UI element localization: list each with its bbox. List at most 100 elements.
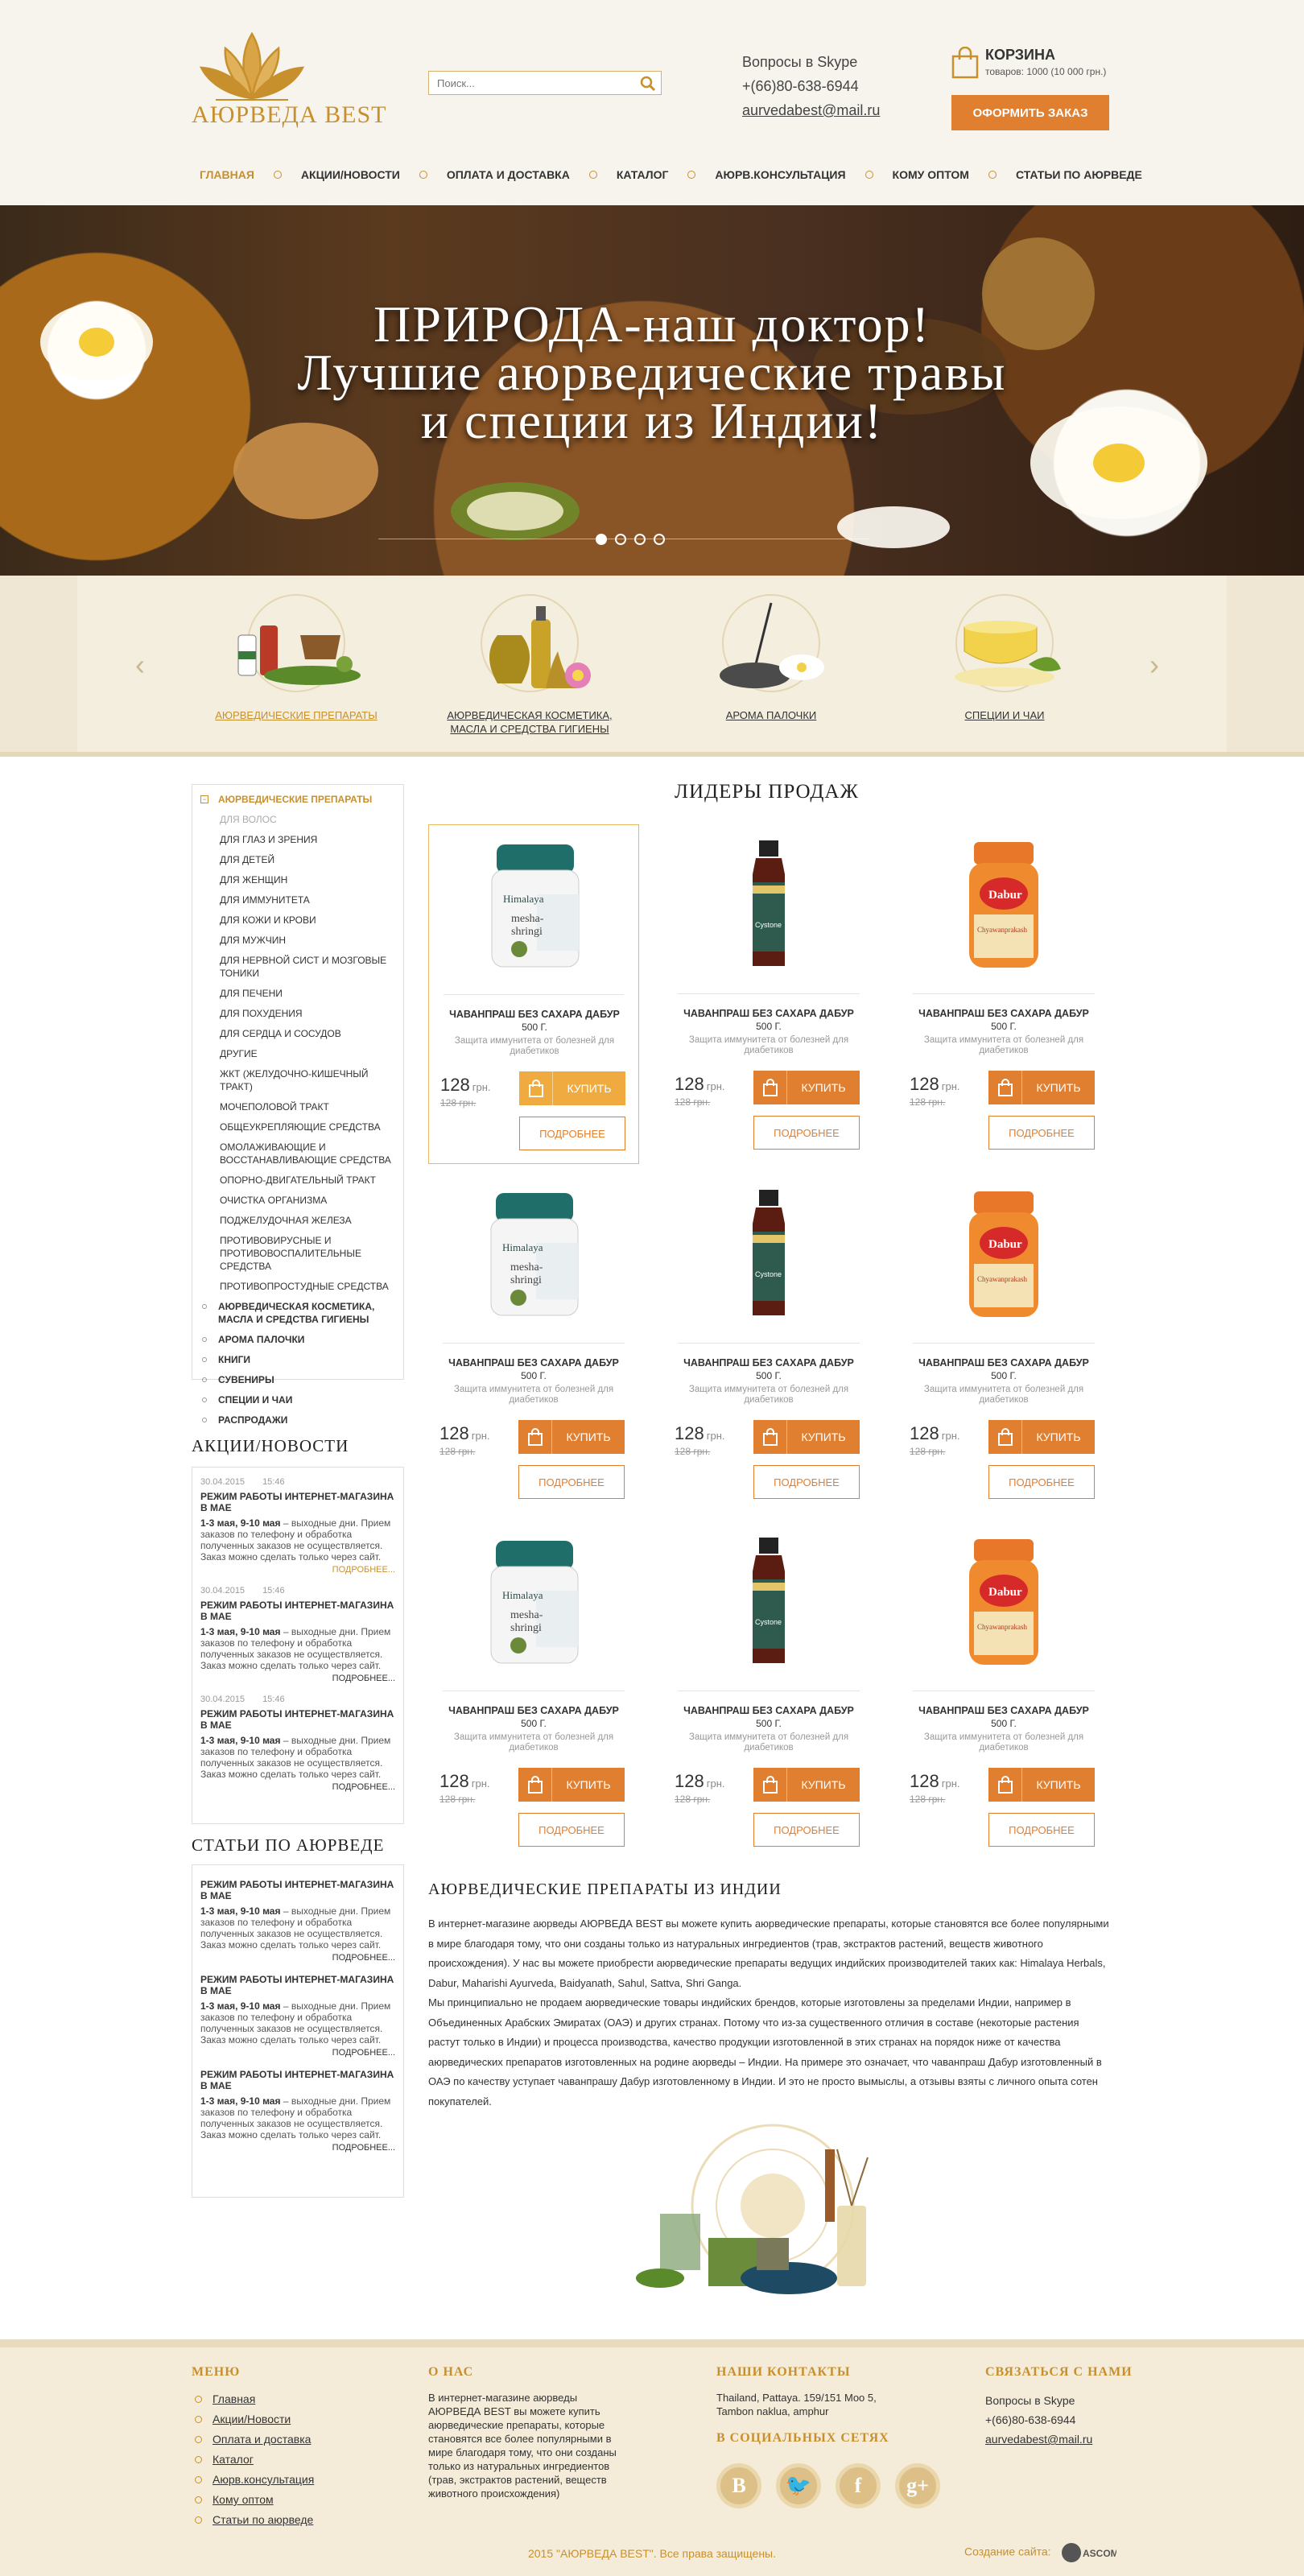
category-aroma-sticks[interactable]: АРОМА ПАЛОЧКИ xyxy=(675,587,868,722)
buy-button[interactable]: КУПИТЬ xyxy=(518,1420,625,1454)
expand-icon[interactable] xyxy=(202,1377,207,1382)
category-cosmetics[interactable]: АЮРВЕДИЧЕСКАЯ КОСМЕТИКА, МАСЛА И СРЕДСТВ… xyxy=(433,587,626,736)
details-button[interactable]: ПОДРОБНЕЕ xyxy=(753,1465,860,1499)
category-menu-open-item[interactable]: − АЮРВЕДИЧЕСКИЕ ПРЕПАРАТЫ xyxy=(192,793,403,806)
read-more-link[interactable]: ПОДРОБНЕЕ... xyxy=(200,1953,395,1963)
twitter-icon[interactable]: 🐦 xyxy=(776,2463,821,2508)
category-spices-teas[interactable]: СПЕЦИИ И ЧАИ xyxy=(908,587,1101,722)
category-ayurvedic-preparations[interactable]: АЮРВЕДИЧЕСКИЕ ПРЕПАРАТЫ xyxy=(200,587,393,722)
category-subitem[interactable]: ДРУГИЕ xyxy=(192,1047,403,1060)
carousel-prev-icon[interactable]: ‹ xyxy=(135,648,145,682)
read-more-link[interactable]: ПОДРОБНЕЕ... xyxy=(200,2048,395,2058)
read-more-link[interactable]: ПОДРОБНЕЕ... xyxy=(200,2143,395,2153)
expand-icon[interactable] xyxy=(202,1337,207,1342)
details-button[interactable]: ПОДРОБНЕЕ xyxy=(753,1813,860,1847)
category-menu-item[interactable]: РАСПРОДАЖИ xyxy=(192,1414,403,1426)
buy-button[interactable]: КУПИТЬ xyxy=(519,1071,625,1105)
product-name[interactable]: ЧАВАНПРАШ БЕЗ САХАРА ДАБУР xyxy=(663,1357,874,1368)
search-icon[interactable] xyxy=(640,76,656,92)
product-name[interactable]: ЧАВАНПРАШ БЕЗ САХАРА ДАБУР xyxy=(898,1705,1109,1716)
product-name[interactable]: ЧАВАНПРАШ БЕЗ САХАРА ДАБУР xyxy=(663,1705,874,1716)
product-card[interactable]: Dabur Chyawanprakash ЧАВАНПРАШ БЕЗ САХАРА … xyxy=(898,1174,1109,1513)
expand-icon[interactable] xyxy=(202,1418,207,1422)
product-name[interactable]: ЧАВАНПРАШ БЕЗ САХАРА ДАБУР xyxy=(428,1705,639,1716)
details-button[interactable]: ПОДРОБНЕЕ xyxy=(519,1117,625,1150)
product-name[interactable]: ЧАВАНПРАШ БЕЗ САХАРА ДАБУР xyxy=(428,1357,639,1368)
category-subitem[interactable]: ОЧИСТКА ОРГАНИЗМА xyxy=(192,1194,403,1207)
category-menu-item[interactable]: АРОМА ПАЛОЧКИ xyxy=(192,1333,403,1346)
details-button[interactable]: ПОДРОБНЕЕ xyxy=(518,1465,625,1499)
footer-menu-item[interactable]: Статьи по аюрведе xyxy=(192,2510,314,2530)
buy-button[interactable]: КУПИТЬ xyxy=(753,1420,860,1454)
nav-item-consultation[interactable]: АЮРВ.КОНСУЛЬТАЦИЯ xyxy=(715,168,845,181)
carousel-next-icon[interactable]: › xyxy=(1149,648,1159,682)
read-more-link[interactable]: ПОДРОБНЕЕ... xyxy=(200,1782,395,1792)
footer-menu-item[interactable]: Аюрв.консультация xyxy=(192,2470,314,2490)
header-email[interactable]: aurvedabest@mail.ru xyxy=(742,98,880,122)
hero-dot[interactable] xyxy=(615,534,626,545)
category-subitem[interactable]: ДЛЯ ГЛАЗ И ЗРЕНИЯ xyxy=(192,833,403,846)
category-menu-item[interactable]: СУВЕНИРЫ xyxy=(192,1373,403,1386)
checkout-button[interactable]: ОФОРМИТЬ ЗАКАЗ xyxy=(951,95,1109,130)
product-card[interactable]: Cystone ЧАВАНПРАШ БЕЗ САХАРА ДАБУР 500 Г. З… xyxy=(663,1174,874,1513)
google-plus-icon[interactable]: g+ xyxy=(895,2463,940,2508)
category-menu-item[interactable]: СПЕЦИИ И ЧАИ xyxy=(192,1393,403,1406)
category-subitem[interactable]: ДЛЯ ЖЕНЩИН xyxy=(192,873,403,886)
footer-menu-item[interactable]: Оплата и доставка xyxy=(192,2429,314,2450)
category-subitem[interactable]: МОЧЕПОЛОВОЙ ТРАКТ xyxy=(192,1100,403,1113)
buy-button[interactable]: КУПИТЬ xyxy=(753,1071,860,1104)
news-headline[interactable]: РЕЖИМ РАБОТЫ ИНТЕРНЕТ-МАГАЗИНА В МАЕ xyxy=(200,1600,395,1622)
product-card[interactable]: Dabur Chyawanprakash ЧАВАНПРАШ БЕЗ САХАРА … xyxy=(898,824,1109,1164)
category-subitem[interactable]: ПРОТИВОПРОСТУДНЫЕ СРЕДСТВА xyxy=(192,1280,403,1293)
search-input[interactable] xyxy=(429,72,646,94)
category-subitem[interactable]: ДЛЯ ВОЛОС xyxy=(192,813,403,826)
product-card[interactable]: Dabur Chyawanprakash ЧАВАНПРАШ БЕЗ САХАРА … xyxy=(898,1521,1109,1861)
category-subitem[interactable]: ОБЩЕУКРЕПЛЯЮЩИЕ СРЕДСТВА xyxy=(192,1121,403,1133)
logo[interactable]: АЮРВЕДА BEST xyxy=(192,27,401,132)
nav-item-wholesale[interactable]: КОМУ ОПТОМ xyxy=(893,168,969,181)
product-name[interactable]: ЧАВАНПРАШ БЕЗ САХАРА ДАБУР xyxy=(429,1009,640,1020)
footer-menu-item[interactable]: Главная xyxy=(192,2389,314,2409)
hero-dot[interactable] xyxy=(654,534,665,545)
buy-button[interactable]: КУПИТЬ xyxy=(988,1420,1095,1454)
category-subitem[interactable]: ДЛЯ ПЕЧЕНИ xyxy=(192,987,403,1000)
hero-dot[interactable] xyxy=(596,534,607,545)
expand-icon[interactable] xyxy=(202,1397,207,1402)
details-button[interactable]: ПОДРОБНЕЕ xyxy=(518,1813,625,1847)
footer-menu-item[interactable]: Каталог xyxy=(192,2450,314,2470)
category-subitem[interactable]: ДЛЯ ИММУНИТЕТА xyxy=(192,894,403,906)
news-headline[interactable]: РЕЖИМ РАБОТЫ ИНТЕРНЕТ-МАГАЗИНА В МАЕ xyxy=(200,1708,395,1731)
footer-menu-item[interactable]: Кому оптом xyxy=(192,2490,314,2510)
article-headline[interactable]: Режим работы интернет-магазина в мае xyxy=(200,1879,395,1901)
product-card[interactable]: Himalaya mesha-shringi ЧАВАНПРАШ БЕЗ САХАР… xyxy=(428,1174,639,1513)
buy-button[interactable]: КУПИТЬ xyxy=(988,1768,1095,1802)
buy-button[interactable]: КУПИТЬ xyxy=(753,1768,860,1802)
category-subitem[interactable]: ДЛЯ КОЖИ И КРОВИ xyxy=(192,914,403,927)
nav-item-home[interactable]: ГЛАВНАЯ xyxy=(200,168,254,181)
product-name[interactable]: ЧАВАНПРАШ БЕЗ САХАРА ДАБУР xyxy=(898,1008,1109,1019)
hero-dot[interactable] xyxy=(634,534,646,545)
category-subitem[interactable]: ЖКТ (желудочно-кишечный тракт) xyxy=(192,1067,403,1093)
product-card[interactable]: Cystone ЧАВАНПРАШ БЕЗ САХАРА ДАБУР 500 Г. З… xyxy=(663,1521,874,1861)
buy-button[interactable]: КУПИТЬ xyxy=(518,1768,625,1802)
product-name[interactable]: ЧАВАНПРАШ БЕЗ САХАРА ДАБУР xyxy=(898,1357,1109,1368)
article-headline[interactable]: Режим работы интернет-магазина в мае xyxy=(200,2069,395,2091)
read-more-link[interactable]: ПОДРОБНЕЕ... xyxy=(200,1565,395,1575)
expand-icon[interactable] xyxy=(202,1357,207,1362)
header-phone[interactable]: +(66)80-638-6944 xyxy=(742,74,880,98)
category-subitem[interactable]: ДЛЯ ПОХУДЕНИЯ xyxy=(192,1007,403,1020)
category-subitem[interactable]: ОМОЛАЖИВАЮЩИЕ И ВОССТАНАВЛИВАЮЩИЕ СРЕДСТ… xyxy=(192,1141,403,1166)
category-subitem[interactable]: ПОДЖЕЛУДОЧНАЯ ЖЕЛЕЗА xyxy=(192,1214,403,1227)
product-card[interactable]: Cystone ЧАВАНПРАШ БЕЗ САХАРА ДАБУР 500 Г. З… xyxy=(663,824,874,1164)
nav-item-catalog[interactable]: КАТАЛОГ xyxy=(617,168,669,181)
buy-button[interactable]: КУПИТЬ xyxy=(988,1071,1095,1104)
site-credit[interactable]: Создание сайта: ASCOM xyxy=(964,2541,1116,2565)
read-more-link[interactable]: ПОДРОБНЕЕ... xyxy=(200,1674,395,1683)
nav-item-news[interactable]: АКЦИИ/НОВОСТИ xyxy=(301,168,400,181)
collapse-icon[interactable]: − xyxy=(200,795,208,803)
details-button[interactable]: ПОДРОБНЕЕ xyxy=(753,1116,860,1150)
footer-email[interactable]: aurvedabest@mail.ru xyxy=(985,2429,1092,2449)
category-subitem[interactable]: ДЛЯ СЕРДЦА И СОСУДОВ xyxy=(192,1027,403,1040)
category-subitem[interactable]: ДЛЯ НЕРВНОЙ СИСТ И МОЗГОВЫЕ ТОНИКИ xyxy=(192,954,403,980)
expand-icon[interactable] xyxy=(202,1304,207,1309)
